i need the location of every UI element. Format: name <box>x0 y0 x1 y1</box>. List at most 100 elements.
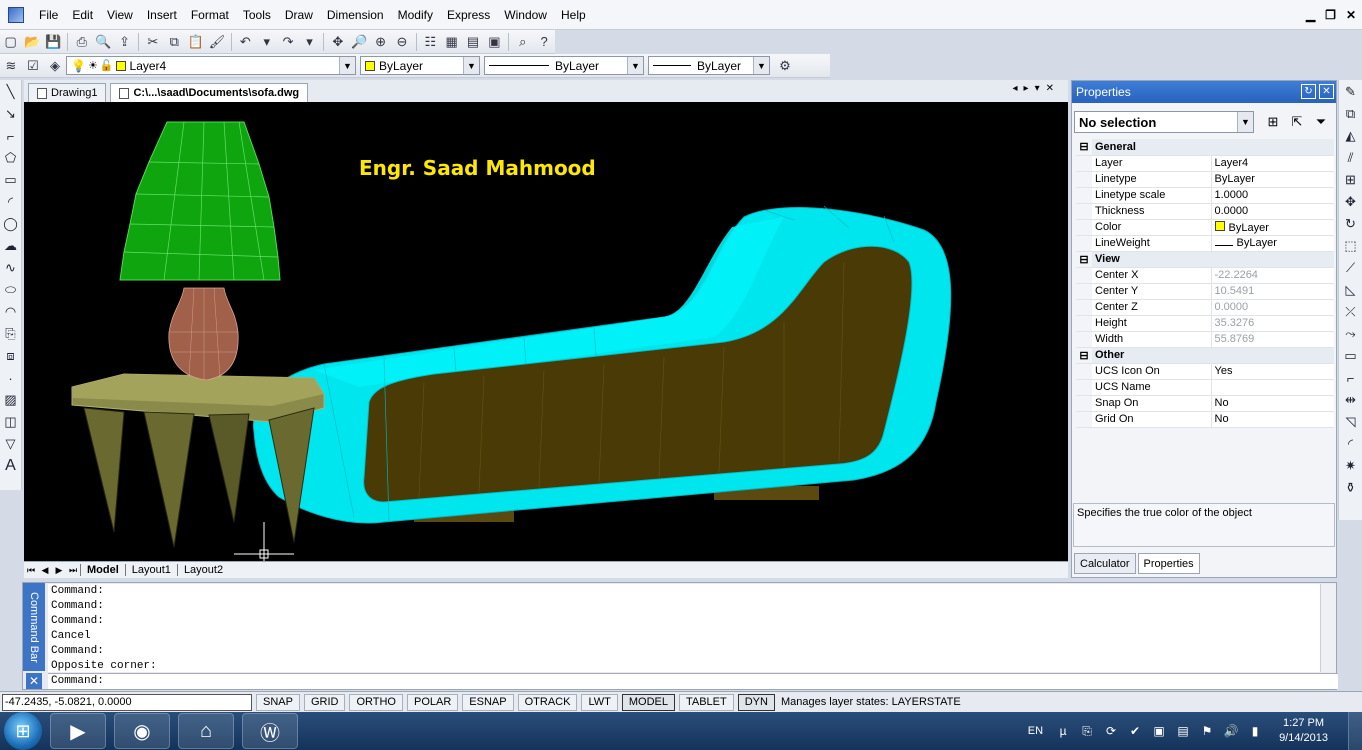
mirror-icon[interactable]: ◭ <box>1342 126 1360 146</box>
break-icon[interactable]: ▭ <box>1342 346 1360 366</box>
copy-object-icon[interactable]: ⧉ <box>1342 104 1360 124</box>
otrack-toggle[interactable]: OTRACK <box>517 693 578 711</box>
close-icon[interactable]: ✕ <box>1346 8 1356 22</box>
cad-app-icon[interactable]: Ⓦ <box>242 713 298 749</box>
point-icon[interactable]: · <box>2 368 20 388</box>
lengthen-icon[interactable]: ◺ <box>1342 280 1360 300</box>
lwt-toggle[interactable]: LWT <box>581 693 618 711</box>
category-general[interactable]: ⊟ General <box>1076 139 1334 156</box>
tab-layout1[interactable]: Layout1 <box>124 564 177 576</box>
menu-window[interactable]: Window <box>497 0 554 30</box>
spline-icon[interactable]: ∿ <box>2 258 20 278</box>
make-current-icon[interactable]: ☑ <box>23 56 43 76</box>
property-value[interactable]: Yes <box>1211 363 1334 380</box>
tab-next-icon[interactable]: ▸ <box>1024 83 1035 94</box>
color-combo[interactable]: ByLayer ▼ <box>360 56 480 75</box>
first-tab-icon[interactable]: ⏮ <box>24 565 38 576</box>
property-row[interactable]: UCS Name <box>1076 379 1334 396</box>
tab-sofa-dwg[interactable]: C:\...\saad\Documents\sofa.dwg <box>110 83 309 102</box>
usb-icon[interactable]: ⎘ <box>1078 722 1096 740</box>
graphics-icon[interactable]: ▤ <box>1174 722 1192 740</box>
menu-insert[interactable]: Insert <box>140 0 184 30</box>
property-value[interactable]: 0.0000 <box>1211 203 1334 220</box>
trim-icon[interactable]: ⤫ <box>1342 302 1360 322</box>
layer-combo[interactable]: 💡 ☀ 🔓 Layer4 ▼ <box>66 56 356 75</box>
rotate-icon[interactable]: ↻ <box>1342 214 1360 234</box>
show-desktop-button[interactable] <box>1348 712 1362 750</box>
ray-icon[interactable]: ↘ <box>2 104 20 124</box>
tab-prev-icon[interactable]: ◂ <box>1013 83 1024 94</box>
chevron-down-icon[interactable]: ▼ <box>1237 112 1253 132</box>
stretch-icon[interactable]: ⟋ <box>1342 258 1360 278</box>
command-input[interactable]: Command: <box>48 673 1338 689</box>
property-value[interactable]: ByLayer <box>1211 219 1334 236</box>
print-icon[interactable]: ⎙ <box>72 32 91 52</box>
polar-toggle[interactable]: POLAR <box>407 693 459 711</box>
redo-dropdown-icon[interactable]: ▾ <box>300 32 319 52</box>
property-row[interactable]: Layer Layer4 <box>1076 155 1334 172</box>
cut-icon[interactable]: ✂ <box>143 32 162 52</box>
property-value[interactable]: ByLayer <box>1211 171 1334 188</box>
minimize-icon[interactable]: ▁ <box>1306 8 1315 22</box>
property-value[interactable]: 1.0000 <box>1211 187 1334 204</box>
esnap-toggle[interactable]: ESNAP <box>462 693 514 711</box>
offset-icon[interactable]: ⫽ <box>1342 148 1360 168</box>
collapse-icon[interactable]: ⊟ <box>1076 251 1092 268</box>
select-objects-icon[interactable]: ⇱ <box>1288 113 1306 131</box>
chrome-icon[interactable]: ◉ <box>114 713 170 749</box>
explode-icon[interactable]: ✷ <box>1342 456 1360 476</box>
chevron-down-icon[interactable]: ▼ <box>463 57 479 74</box>
snap-toggle[interactable]: SNAP <box>256 693 300 711</box>
tab-model[interactable]: Model <box>80 564 125 576</box>
property-value[interactable]: No <box>1211 395 1334 412</box>
restore-icon[interactable]: ❐ <box>1325 8 1336 22</box>
volume-icon[interactable]: 🔊 <box>1222 722 1240 740</box>
undo-icon[interactable]: ↶ <box>236 32 255 52</box>
region-icon[interactable]: ◫ <box>2 412 20 432</box>
last-tab-icon[interactable]: ⏭ <box>66 565 80 576</box>
network-device-icon[interactable]: ▣ <box>1150 722 1168 740</box>
linetype-combo[interactable]: ByLayer ▼ <box>484 56 644 75</box>
design-center-icon[interactable]: ▦ <box>442 32 461 52</box>
tab-list-icon[interactable]: ▾ <box>1035 83 1046 94</box>
menu-tools[interactable]: Tools <box>236 0 278 30</box>
tab-layout2[interactable]: Layout2 <box>176 564 229 576</box>
line-icon[interactable]: ╲ <box>2 82 20 102</box>
property-row[interactable]: LineWeight ByLayer <box>1076 235 1334 252</box>
join-icon[interactable]: ⇹ <box>1342 390 1360 410</box>
help-icon[interactable]: ? <box>534 32 553 52</box>
property-value[interactable]: ByLayer <box>1211 235 1334 252</box>
toggle-pickadd-icon[interactable]: ⊞ <box>1264 113 1282 131</box>
ortho-toggle[interactable]: ORTHO <box>349 693 403 711</box>
lineweight-combo[interactable]: ByLayer ▼ <box>648 56 770 75</box>
property-row[interactable]: Thickness 0.0000 <box>1076 203 1334 220</box>
properties-icon[interactable]: ☷ <box>421 32 440 52</box>
layer-previous-icon[interactable]: ◈ <box>45 56 65 76</box>
print-preview-icon[interactable]: 🔍 <box>93 32 112 52</box>
start-button[interactable]: ⊞ <box>4 712 42 750</box>
chevron-down-icon[interactable]: ▼ <box>753 57 769 74</box>
prev-tab-icon[interactable]: ◀ <box>38 565 52 576</box>
chevron-down-icon[interactable]: ▼ <box>627 57 643 74</box>
insert-block-icon[interactable]: ⎘ <box>2 324 20 344</box>
publish-icon[interactable]: ⇪ <box>115 32 134 52</box>
shield-icon[interactable]: ✔ <box>1126 722 1144 740</box>
hatch-icon[interactable]: ▨ <box>2 390 20 410</box>
drawing-viewport[interactable]: Engr. Saad Mahmood <box>24 102 1068 561</box>
property-row[interactable]: Color ByLayer <box>1076 219 1334 236</box>
menu-file[interactable]: File <box>32 0 65 30</box>
property-row[interactable]: Grid On No <box>1076 411 1334 428</box>
move-icon[interactable]: ✥ <box>1342 192 1360 212</box>
copy-icon[interactable]: ⧉ <box>165 32 184 52</box>
menu-dimension[interactable]: Dimension <box>320 0 391 30</box>
flag-icon[interactable]: ⚑ <box>1198 722 1216 740</box>
tool-palettes-icon[interactable]: ▤ <box>463 32 482 52</box>
sync-icon[interactable]: ⟳ <box>1102 722 1120 740</box>
array-icon[interactable]: ⊞ <box>1342 170 1360 190</box>
model-toggle[interactable]: MODEL <box>621 693 675 711</box>
property-value[interactable]: No <box>1211 411 1334 428</box>
category-other[interactable]: ⊟ Other <box>1076 347 1334 364</box>
selection-dropdown[interactable]: No selection ▼ <box>1074 111 1254 133</box>
menu-edit[interactable]: Edit <box>65 0 100 30</box>
chevron-down-icon[interactable]: ▼ <box>339 57 355 74</box>
